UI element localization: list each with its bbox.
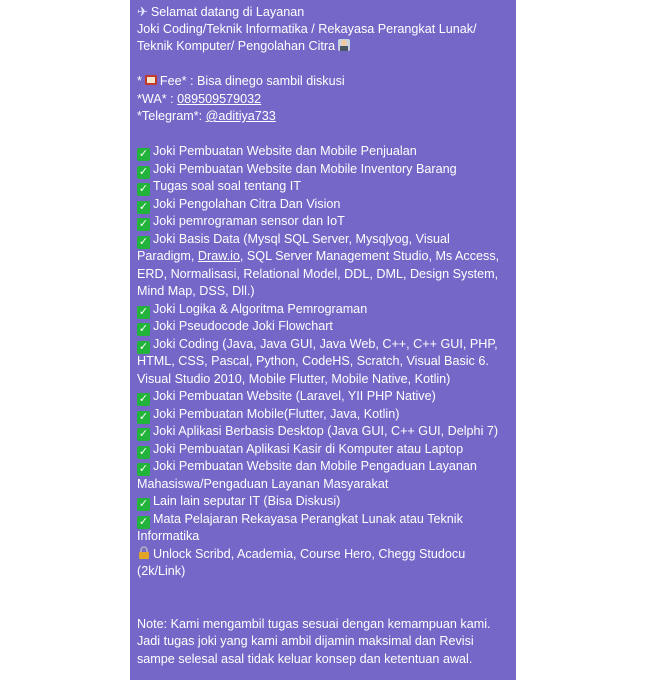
lock-key-icon	[139, 545, 149, 559]
check-mark-icon: ✓	[137, 218, 150, 231]
check-mark-icon: ✓	[137, 235, 150, 249]
service-item-basis-data: ✓ Joki Basis Data (Mysql SQL Server, Mysq…	[137, 231, 450, 249]
service-item-pengaduan: ✓ Joki Pembuatan Website dan Mobile Penga…	[137, 459, 477, 476]
check-mark-icon: ✓	[137, 445, 150, 459]
service-item-coding: ✓ Joki Coding (Java, Java GUI, Java Web, …	[137, 336, 498, 354]
service-item: ✓ Joki Pembuatan Website (Laravel, YII PH…	[137, 389, 436, 406]
check-mark-icon: ✓	[137, 305, 150, 319]
service-item: ✓ Joki Pembuatan Website dan Mobile Inven…	[137, 161, 457, 179]
service-item: ✓ Joki Pembuatan Website dan Mobile Penju…	[137, 144, 417, 161]
telegram-username-link[interactable]: @aditiya733	[206, 109, 276, 123]
service-item: ✓ Joki Pembuatan Aplikasi Kasir di Komput…	[137, 441, 464, 459]
services-heading-line: Joki Coding/Teknik Informatika / Rekayas…	[137, 21, 477, 36]
check-mark-icon: ✓	[137, 463, 150, 476]
greeting-line: ✈ Selamat datang di Layanan	[137, 4, 305, 19]
service-item: ✓ Joki Logika & Algoritma Pemrograman	[137, 301, 368, 319]
whatsapp-number-link[interactable]: 089509579032	[177, 92, 261, 106]
whatsapp-line: *WA* : 089509579032	[137, 91, 262, 106]
note-line-1: Note: Kami mengambil tugas sesuai dengan…	[137, 616, 491, 631]
message-bubble: ✈ Selamat datang di Layanan Joki Coding/T…	[130, 0, 516, 680]
note-line-3: sampe selesal asal tidak keluar konsep d…	[137, 651, 473, 666]
check-mark-icon: ✓	[137, 323, 150, 336]
service-item-lain: ✓ Lain lain seputar IT (Bisa Diskusi)	[137, 494, 341, 511]
airplane-icon: ✈	[137, 4, 148, 19]
service-item: ✓ Joki pemrograman sensor dan IoT	[137, 214, 345, 231]
service-item-mata-pelajaran: ✓ Mata Pelajaran Rekayasa Perangkat Lunak…	[137, 511, 463, 529]
note-line-2: Jadi tugas joki yang kami ambil dijamin …	[137, 634, 474, 648]
check-mark-icon: ✓	[137, 393, 150, 406]
telegram-line: *Telegram*: @aditiya733	[137, 109, 276, 123]
check-mark-icon: ✓	[137, 200, 150, 214]
drawio-link[interactable]: Draw.io	[198, 249, 240, 263]
service-item: ✓ Joki Pembuatan Mobile(Flutter, Java, Ko…	[137, 406, 400, 424]
check-mark-icon: ✓	[137, 340, 150, 354]
services-heading-line-2: Teknik Komputer/ Pengolahan Citra	[137, 38, 510, 56]
service-item: ✓ Joki Aplikasi Berbasis Desktop (Java GU…	[137, 424, 499, 441]
check-mark-icon: ✓	[137, 183, 150, 196]
check-mark-icon: ✓	[137, 515, 150, 529]
check-mark-icon: ✓	[137, 428, 150, 441]
check-mark-icon: ✓	[137, 148, 150, 161]
check-mark-icon: ✓	[137, 498, 150, 511]
man-technologist-icon	[338, 39, 351, 51]
check-mark-icon: ✓	[137, 410, 150, 424]
money-icon	[144, 75, 157, 85]
service-item: ✓ Tugas soal soal tentang IT	[137, 179, 301, 196]
service-item: ✓ Joki Pseudocode Joki Flowchart	[137, 319, 333, 336]
fee-line: * Fee* : Bisa dinego sambil diskusi	[137, 74, 345, 88]
service-item: ✓ Joki Pengolahan Citra Dan Vision	[137, 196, 341, 214]
check-mark-icon: ✓	[137, 165, 150, 179]
unlock-line: Unlock Scribd, Academia, Course Hero, Ch…	[137, 545, 510, 564]
